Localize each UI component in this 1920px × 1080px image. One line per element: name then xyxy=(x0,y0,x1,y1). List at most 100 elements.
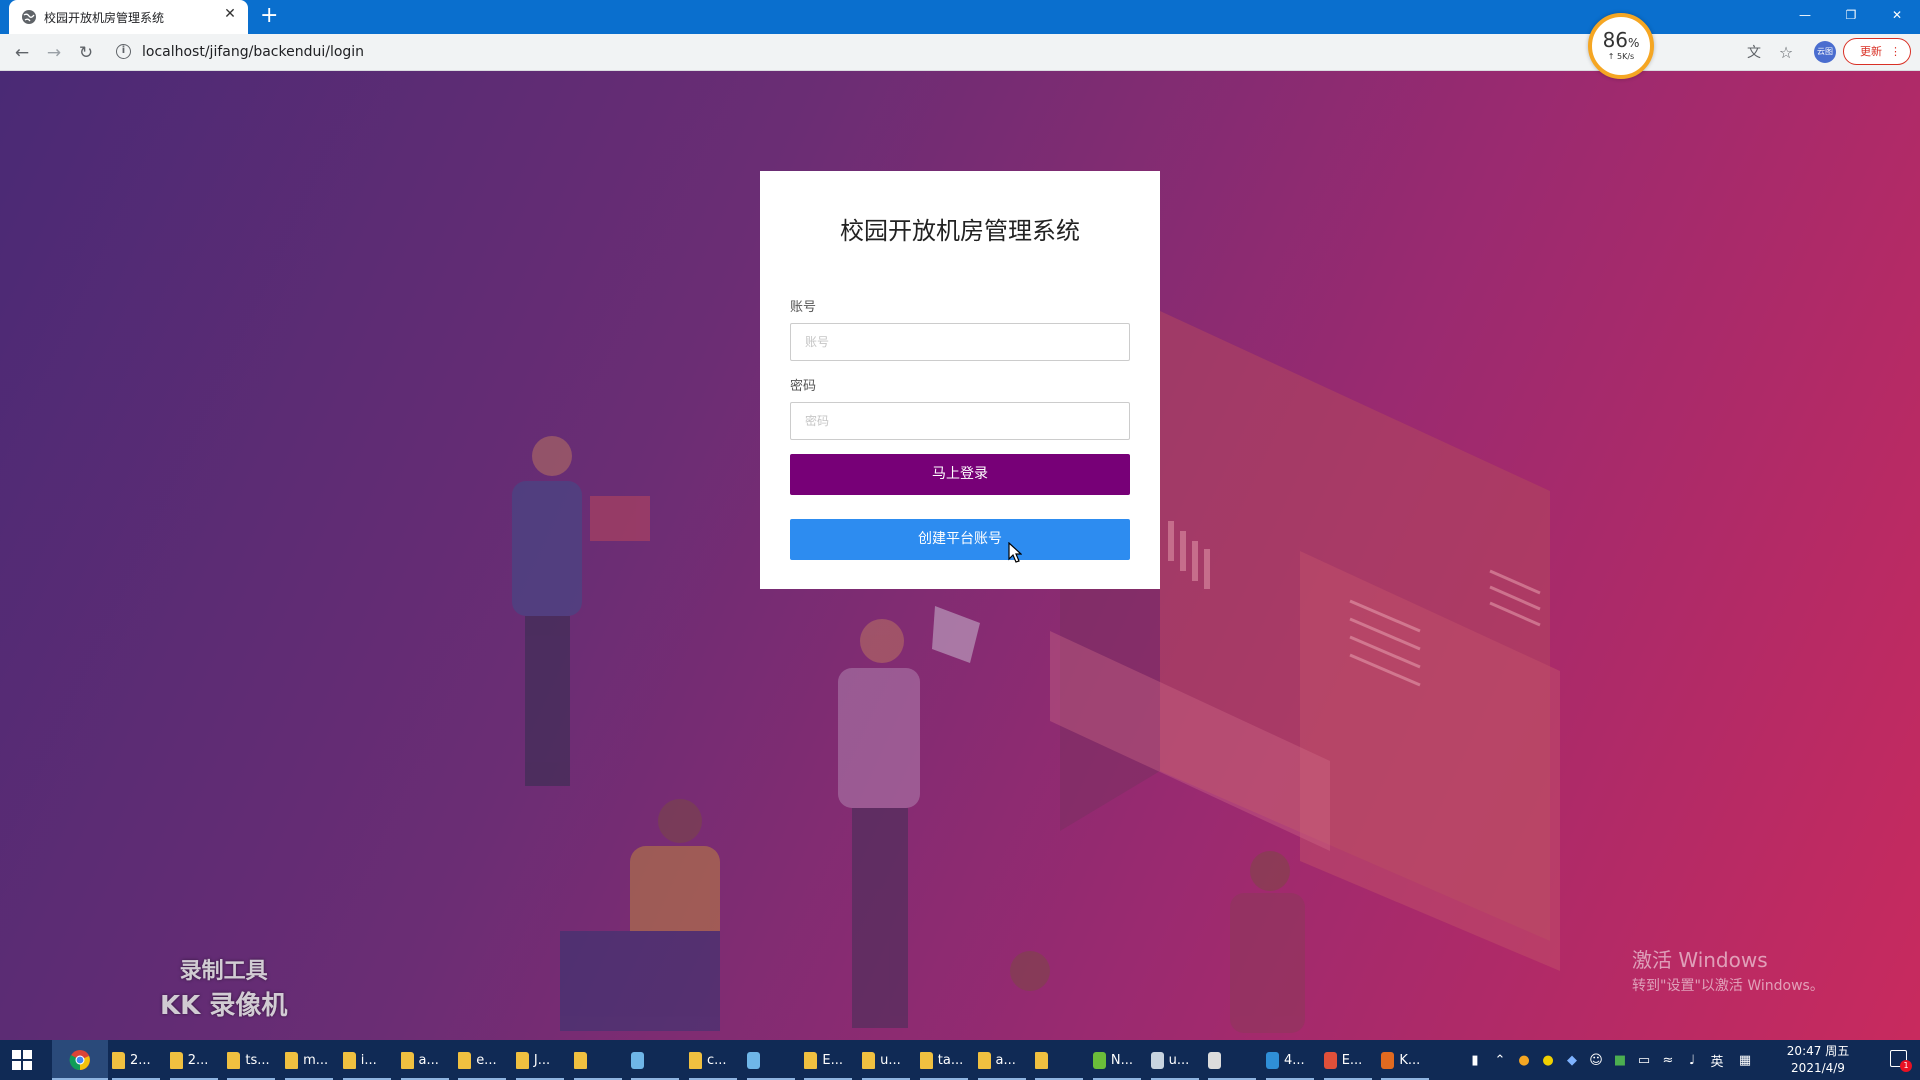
login-page-background: 校园开放机房管理系统 账号 密码 马上登录 创建平台账号 录制工具 KK 录像机 xyxy=(0,71,1920,1040)
windows-start-icon[interactable] xyxy=(12,1050,32,1070)
taskbar-app[interactable] xyxy=(573,1040,626,1080)
taskbar-clock[interactable]: 20:47 周五 2021/4/9 xyxy=(1778,1043,1858,1077)
taskbar-app-label: a... xyxy=(418,1052,439,1068)
globe-icon xyxy=(22,10,36,24)
login-button[interactable]: 马上登录 xyxy=(790,454,1130,495)
taskbar-app[interactable]: a... xyxy=(400,1040,453,1080)
taskbar-app-label: J... xyxy=(533,1052,551,1068)
tray-app-icon[interactable]: ● xyxy=(1512,1053,1536,1068)
editor-icon xyxy=(1323,1051,1337,1069)
ime-indicator[interactable]: 英 xyxy=(1704,1051,1730,1070)
tray-expand-icon[interactable]: ⌃ xyxy=(1488,1053,1512,1068)
taskbar-app[interactable]: J... xyxy=(515,1040,568,1080)
monitor-icon[interactable]: ▭ xyxy=(1632,1053,1656,1068)
taskbar-app[interactable]: 2... xyxy=(169,1040,222,1080)
more-menu-icon[interactable]: ⋮ xyxy=(1890,39,1901,64)
account-input[interactable] xyxy=(790,323,1130,361)
feather-icon xyxy=(1208,1051,1222,1069)
network-speed-widget: 86% ↑ 5K/s xyxy=(1588,13,1654,79)
taskbar-app[interactable]: E... xyxy=(804,1040,856,1080)
speed-percent: 86% xyxy=(1602,28,1640,52)
taskbar-app[interactable] xyxy=(1208,1040,1260,1080)
taskbar-app[interactable]: i... xyxy=(342,1040,395,1080)
reload-icon[interactable]: ↻ xyxy=(74,41,98,65)
taskbar-app[interactable]: ts... xyxy=(227,1040,279,1080)
taskbar-app[interactable]: E... xyxy=(1323,1040,1376,1080)
info-icon[interactable]: i xyxy=(116,44,131,59)
taskbar-app-label: u... xyxy=(880,1052,901,1068)
taskbar-app-label: K... xyxy=(1399,1052,1421,1068)
taskbar-app[interactable]: u... xyxy=(1150,1040,1203,1080)
cube-icon xyxy=(631,1051,645,1069)
notification-center-icon[interactable]: 1 xyxy=(1890,1050,1912,1072)
taskbar-app[interactable]: 4... xyxy=(1266,1040,1318,1080)
notification-badge: 1 xyxy=(1900,1060,1912,1072)
close-tab-icon[interactable]: ✕ xyxy=(220,6,240,22)
taskbar-app[interactable] xyxy=(1035,1040,1087,1080)
taskbar-app[interactable]: N... xyxy=(1092,1040,1145,1080)
taskbar-app-label: 2... xyxy=(187,1052,209,1068)
restore-icon[interactable]: ❐ xyxy=(1828,0,1874,30)
tray-app2-icon[interactable]: ● xyxy=(1536,1053,1560,1068)
account-label: 账号 xyxy=(790,300,817,315)
taskbar-chrome[interactable] xyxy=(52,1040,108,1080)
system-tray: ▮ ⌃ ● ● ◆ ☺ ■ ▭ ≈ ♩ 英 ▦ xyxy=(1462,1040,1760,1080)
taskbar-app[interactable]: 2... xyxy=(112,1040,164,1080)
shield-icon[interactable]: ◆ xyxy=(1560,1053,1584,1068)
taskbar-app[interactable]: c... xyxy=(689,1040,741,1080)
folder-icon xyxy=(804,1051,818,1069)
wechat-icon[interactable]: ■ xyxy=(1608,1053,1632,1068)
taskbar-app[interactable]: m... xyxy=(285,1040,337,1080)
address-bar[interactable]: i localhost/jifang/backendui/login xyxy=(110,39,1570,66)
folder-icon xyxy=(285,1051,299,1069)
update-button[interactable]: 更新 ⋮ xyxy=(1843,38,1911,65)
qq-icon[interactable]: ☺ xyxy=(1584,1053,1608,1068)
taskbar-app-label: E... xyxy=(1341,1052,1363,1068)
bookmark-star-icon[interactable]: ☆ xyxy=(1776,43,1796,63)
taskbar-app[interactable]: e... xyxy=(458,1040,510,1080)
taskbar-app[interactable]: a... xyxy=(977,1040,1030,1080)
taskbar-app-label: 4... xyxy=(1284,1052,1305,1068)
mouse-cursor-icon xyxy=(1008,542,1022,563)
taskbar-app[interactable] xyxy=(746,1040,799,1080)
taskbar-app-label: u... xyxy=(1168,1052,1190,1068)
browser-tab[interactable]: 校园开放机房管理系统 ✕ xyxy=(9,0,248,34)
taskbar-app-label: ts... xyxy=(245,1052,270,1068)
window-close-icon[interactable]: ✕ xyxy=(1874,0,1920,30)
create-account-button[interactable]: 创建平台账号 xyxy=(790,519,1130,560)
taskbar-app-label: i... xyxy=(360,1052,377,1068)
recorder-icon xyxy=(1381,1051,1395,1069)
watermark-line2: KK 录像机 xyxy=(160,991,288,1021)
cube-icon xyxy=(746,1051,760,1069)
password-input[interactable] xyxy=(790,402,1130,440)
folder-icon xyxy=(1035,1051,1049,1069)
windows-taskbar: 2... 2... ts... m... i... a... e... J... c... E..… xyxy=(0,1040,1920,1080)
keyboard-icon[interactable]: ▦ xyxy=(1730,1053,1760,1068)
folder-icon xyxy=(689,1051,702,1069)
node-icon xyxy=(1092,1051,1106,1069)
forward-arrow-icon[interactable]: → xyxy=(42,41,66,65)
window-controls: — ❐ ✕ xyxy=(1782,0,1920,30)
watermark-line1: 录制工具 xyxy=(179,959,268,984)
wifi-icon[interactable]: ≈ xyxy=(1656,1053,1680,1068)
speed-rate: ↑ 5K/s xyxy=(1607,52,1635,61)
folder-icon xyxy=(515,1051,529,1069)
folder-icon xyxy=(458,1051,472,1069)
folder-icon xyxy=(169,1051,183,1069)
taskbar-app[interactable]: ta... xyxy=(919,1040,972,1080)
update-label: 更新 xyxy=(1860,45,1882,58)
url-text[interactable]: localhost/jifang/backendui/login xyxy=(142,44,364,60)
minimize-icon[interactable]: — xyxy=(1782,0,1828,30)
back-arrow-icon[interactable]: ← xyxy=(10,41,34,65)
new-tab-button[interactable]: + xyxy=(260,3,278,28)
taskbar-app[interactable]: u... xyxy=(862,1040,914,1080)
translate-icon[interactable]: 文 xyxy=(1744,43,1764,63)
profile-avatar[interactable]: 云图 xyxy=(1814,41,1836,63)
taskbar-app[interactable] xyxy=(631,1040,683,1080)
volume-muted-icon[interactable]: ♩ xyxy=(1680,1053,1704,1068)
taskbar-app[interactable]: K... xyxy=(1381,1040,1433,1080)
chrome-icon xyxy=(69,1050,90,1071)
activation-title: 激活 Windows xyxy=(1632,948,1768,972)
battery-icon[interactable]: ▮ xyxy=(1462,1053,1488,1068)
taskbar-app-label: e... xyxy=(476,1052,497,1068)
